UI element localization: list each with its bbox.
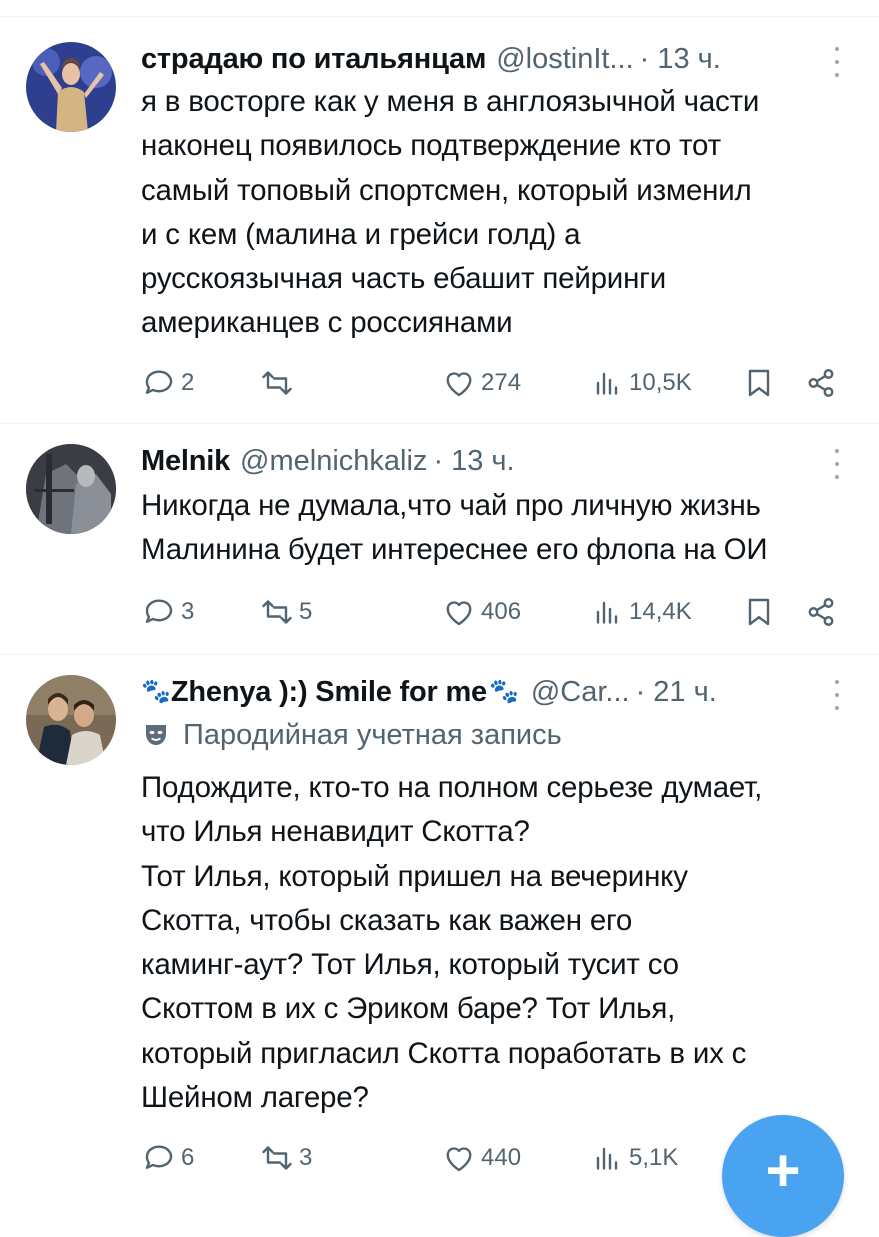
more-icon[interactable] xyxy=(833,449,841,479)
like-icon xyxy=(446,601,472,626)
tweet-text: Подождите, кто-то на полном серьезе дума… xyxy=(141,766,861,1120)
author-handle[interactable]: @melnichkaliz xyxy=(240,441,427,481)
tweet-line: Подождите, кто-то на полном серьезе дума… xyxy=(141,771,763,804)
author-handle[interactable]: @lostinIt... xyxy=(496,39,633,79)
reply-icon xyxy=(145,599,173,623)
tweet-text: Никогда не думала,что чай про личную жиз… xyxy=(141,484,861,573)
paw-icon: 🐾 xyxy=(141,678,171,705)
like-button[interactable]: 406 xyxy=(441,592,521,632)
avatar[interactable] xyxy=(26,675,116,765)
views-button[interactable]: 5,1K xyxy=(589,1138,678,1178)
avatar[interactable] xyxy=(26,444,116,534)
like-button[interactable]: 440 xyxy=(441,1138,521,1178)
tweet-line: Никогда не думала,что чай про личную жиз… xyxy=(141,489,761,522)
more-icon[interactable] xyxy=(833,47,841,77)
share-button[interactable] xyxy=(803,592,843,632)
retweet-icon xyxy=(262,371,292,395)
tweet-line: и с кем (малина и грейси голд) а xyxy=(141,217,581,251)
reply-button[interactable]: 6 xyxy=(141,1138,194,1178)
tweet-header: страдаю по итальянцам @lostinIt... · 13 … xyxy=(141,39,839,79)
reply-button[interactable]: 2 xyxy=(141,363,194,403)
reply-count: 3 xyxy=(181,598,195,625)
tweet-line: каминг-аут? Тот Илья, который тусит со xyxy=(141,948,679,982)
like-count: 406 xyxy=(481,598,522,625)
tweet-line: Тот Илья, который пришел на вечеринку xyxy=(141,859,688,893)
tweet-line: самый топовый спортсмен, который изменил xyxy=(141,173,752,207)
reply-count: 6 xyxy=(181,1144,195,1171)
author-name[interactable]: Zhenya ):) Smile for me xyxy=(171,672,487,712)
tweet-line: наконец появилось подтверждение кто тот xyxy=(141,129,721,163)
paw-icon: 🐾 xyxy=(488,678,519,705)
tweet-line: Скоттом в их с Эриком баре? Тот Илья, xyxy=(141,992,676,1026)
reply-icon xyxy=(145,1145,173,1169)
dot-separator: · xyxy=(639,43,650,75)
like-icon xyxy=(446,1147,472,1172)
retweet-button[interactable]: 5 xyxy=(259,592,312,632)
retweet-count: 5 xyxy=(299,598,313,625)
retweet-icon xyxy=(262,1146,292,1170)
tweet-line: я в восторге как у меня в англоязычной ч… xyxy=(141,85,760,118)
like-icon xyxy=(446,372,472,397)
more-icon[interactable] xyxy=(833,680,841,710)
top-divider xyxy=(0,0,879,17)
views-button[interactable]: 14,4K xyxy=(589,592,692,632)
dot-separator: · xyxy=(433,445,444,477)
tweet-line: американцев с россиянами xyxy=(141,306,513,340)
tweet-line: Скотта, чтобы сказать как важен его xyxy=(141,903,633,937)
bookmark-icon xyxy=(748,369,770,397)
like-button[interactable]: 274 xyxy=(441,363,521,403)
avatar[interactable] xyxy=(26,42,116,132)
reply-icon xyxy=(145,370,173,394)
views-icon xyxy=(596,1147,618,1170)
action-bar: 3 5 406 14,4K xyxy=(141,592,849,632)
share-button[interactable] xyxy=(803,363,843,403)
author-name[interactable]: страдаю по итальянцам xyxy=(141,39,486,79)
tweet-header: Melnik @melnichkaliz · 13 ч. xyxy=(141,441,839,481)
tweet-line: Шейном лагере? xyxy=(141,1081,369,1115)
reply-button[interactable]: 3 xyxy=(141,592,194,632)
view-count: 14,4K xyxy=(629,598,692,625)
compose-button[interactable]: + xyxy=(722,1115,844,1237)
tweet-1[interactable]: страдаю по итальянцам @lostinIt... · 13 … xyxy=(0,17,879,424)
view-count: 5,1K xyxy=(629,1144,679,1171)
tweet-3[interactable]: 🐾 Zhenya ):) Smile for me 🐾 @Car... · 21… xyxy=(0,655,879,1200)
share-icon xyxy=(808,598,834,626)
action-bar: 2 274 10,5K xyxy=(141,363,849,403)
dot-separator: · xyxy=(635,676,646,708)
parody-mask-icon xyxy=(146,725,166,745)
retweet-icon xyxy=(262,600,292,624)
views-button[interactable]: 10,5K xyxy=(589,363,692,403)
timestamp[interactable]: 13 ч. xyxy=(451,441,514,481)
author-handle[interactable]: @Car... xyxy=(531,672,630,712)
tweet-line: который пригласил Скотта поработать в их… xyxy=(141,1036,747,1070)
reply-count: 2 xyxy=(181,369,195,396)
tweet-line: Малинина будет интереснее его флопа на О… xyxy=(141,533,768,567)
tweet-2[interactable]: Melnik @melnichkaliz · 13 ч. Никогда не … xyxy=(0,424,879,655)
timestamp[interactable]: 13 ч. xyxy=(657,39,720,79)
like-count: 274 xyxy=(481,369,522,396)
share-icon xyxy=(808,369,834,397)
view-count: 10,5K xyxy=(629,369,692,396)
tweet-text: я в восторге как у меня в англоязычной ч… xyxy=(141,80,861,346)
tweet-header: 🐾 Zhenya ):) Smile for me 🐾 @Car... · 21… xyxy=(141,672,839,712)
parody-label: Пародийная учетная запись xyxy=(141,715,562,755)
retweet-button[interactable] xyxy=(259,363,299,403)
tweet-line: русскоязычная часть ебашит пейринги xyxy=(141,262,667,296)
tweet-line: что Илья ненавидит Скотта? xyxy=(141,815,530,849)
retweet-button[interactable]: 3 xyxy=(259,1138,312,1178)
parody-label-text: Пародийная учетная запись xyxy=(183,718,562,751)
views-icon xyxy=(596,601,618,624)
bookmark-button[interactable] xyxy=(741,592,781,632)
views-icon xyxy=(596,372,618,395)
bookmark-button[interactable] xyxy=(741,363,781,403)
like-count: 440 xyxy=(481,1144,522,1171)
author-name[interactable]: Melnik xyxy=(141,441,230,481)
retweet-count: 3 xyxy=(299,1144,313,1171)
plus-icon: + xyxy=(765,1137,801,1204)
bookmark-icon xyxy=(748,598,770,626)
timestamp[interactable]: 21 ч. xyxy=(653,672,716,712)
